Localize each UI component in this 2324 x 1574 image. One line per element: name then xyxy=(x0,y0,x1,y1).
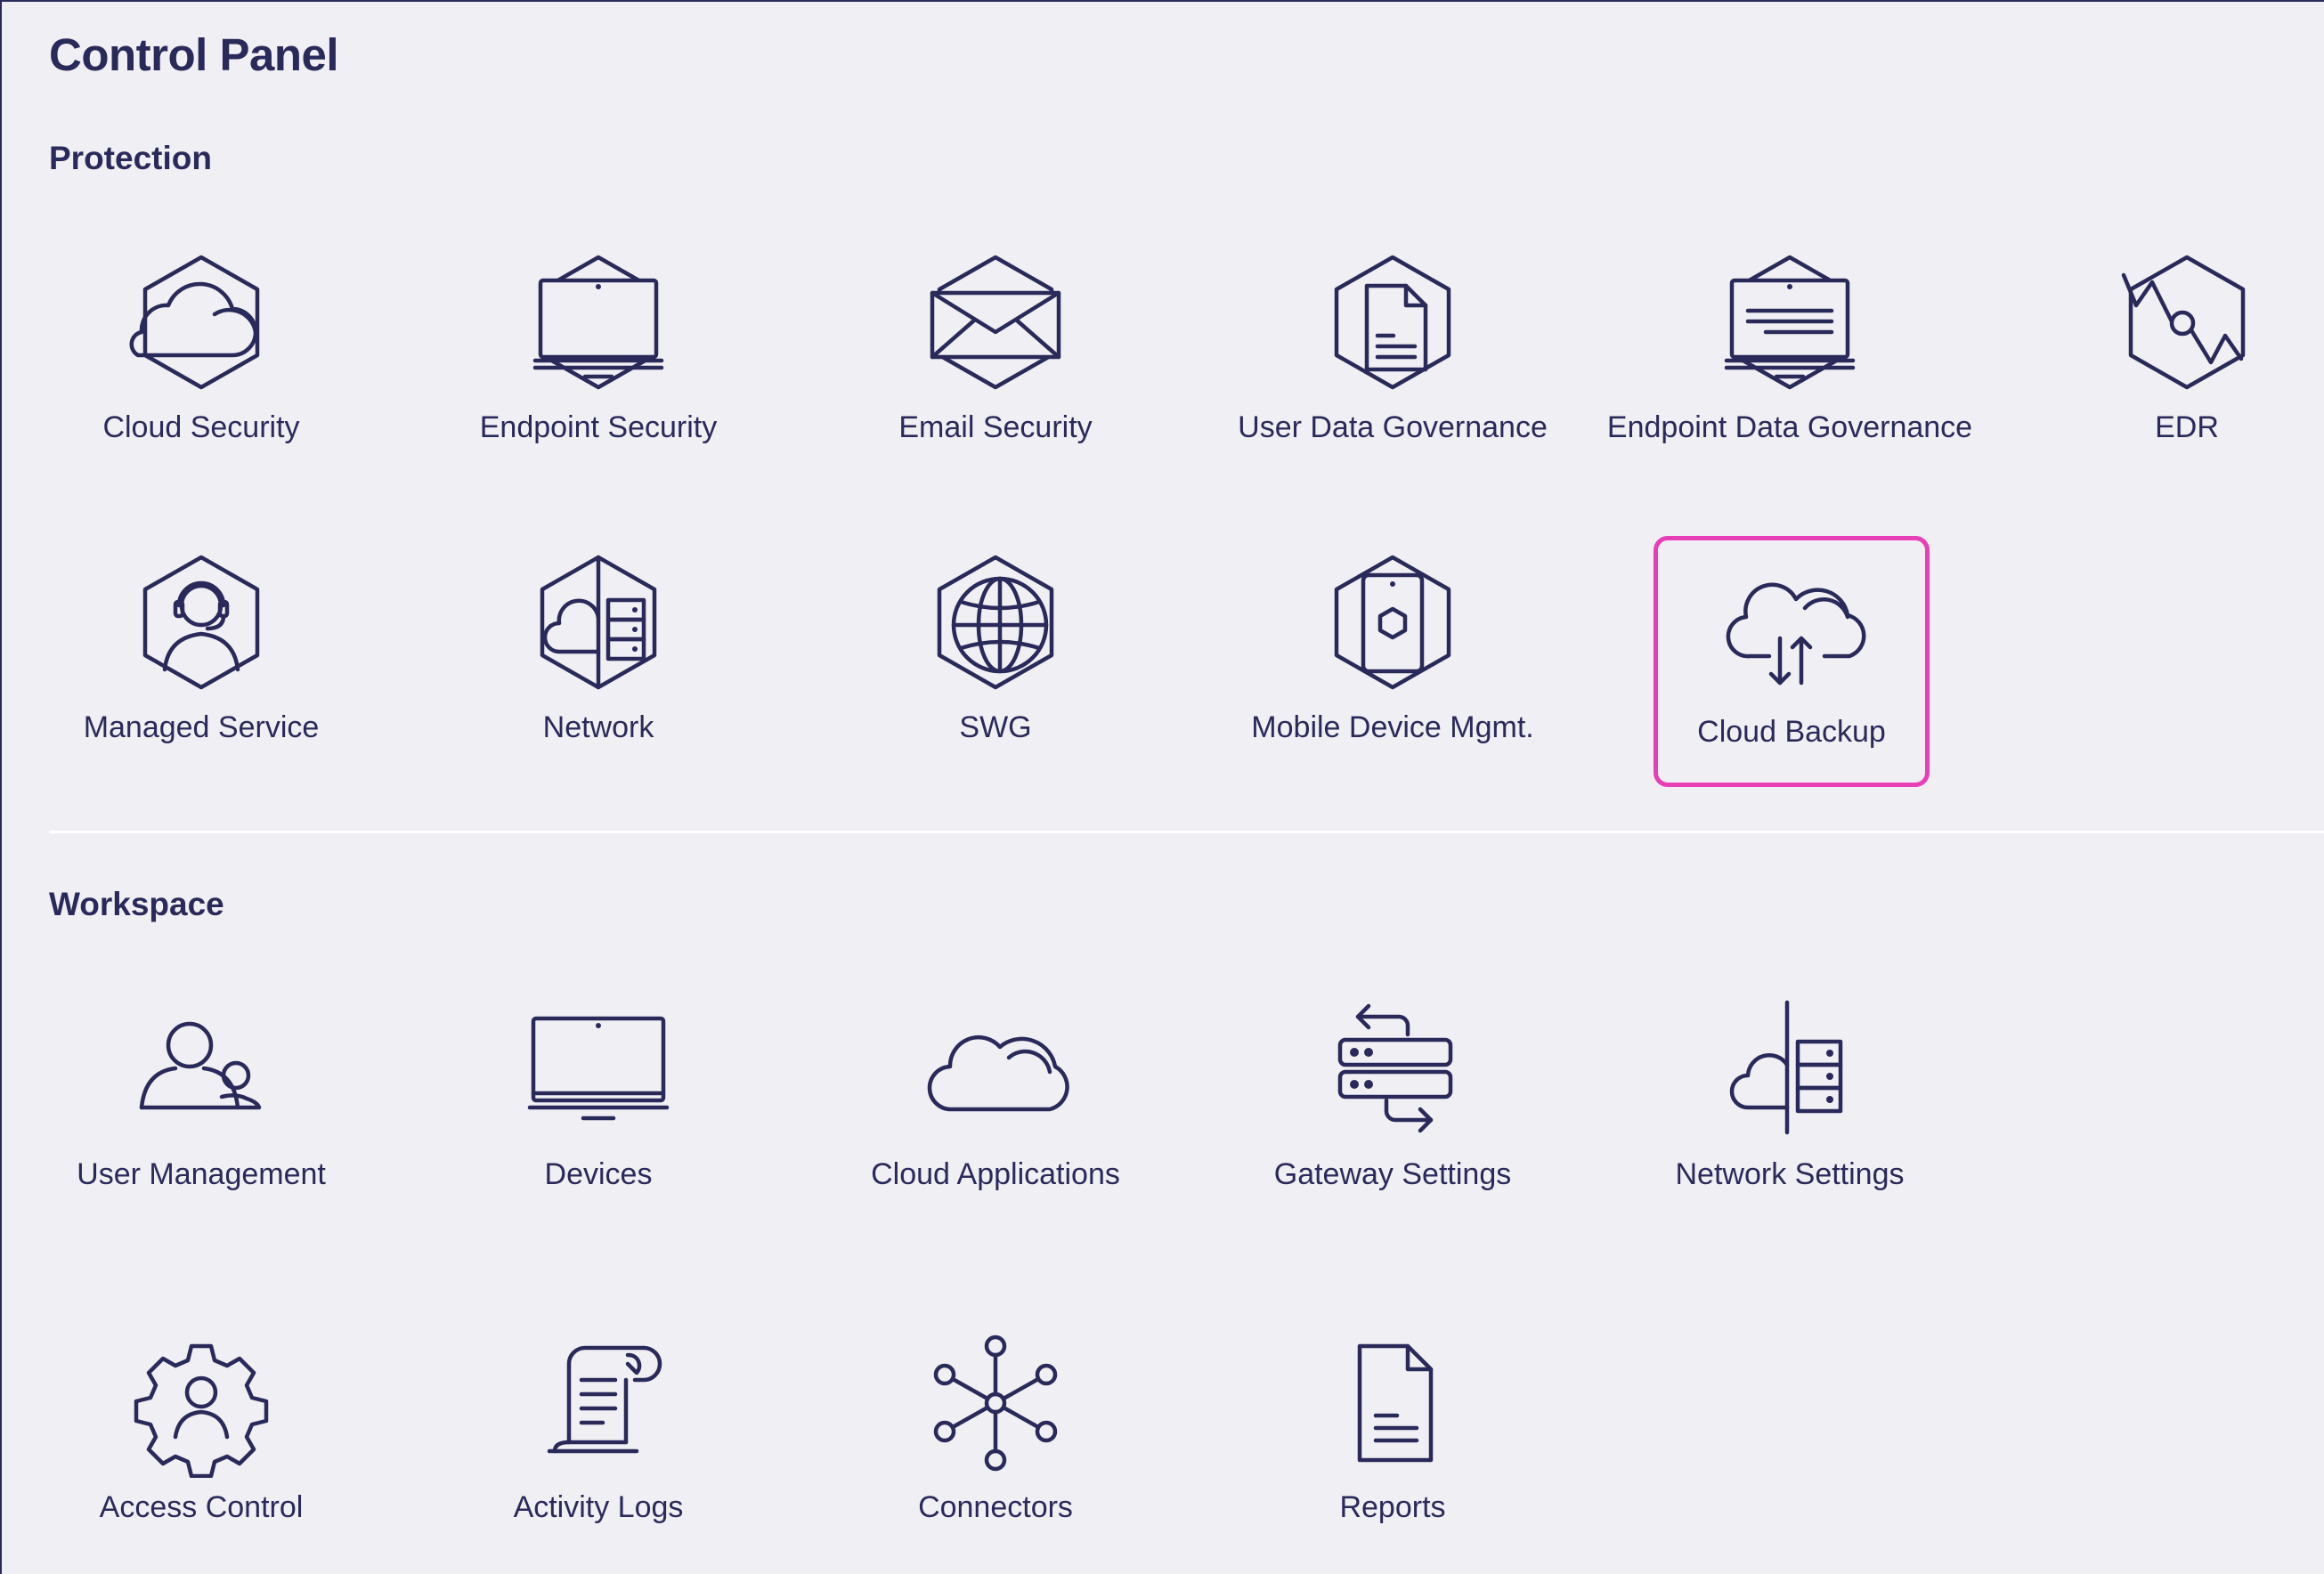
tile-reports[interactable]: Reports xyxy=(1259,1327,1526,1567)
section-divider xyxy=(49,831,2324,833)
document-hex-icon xyxy=(1317,247,1468,398)
cloud-icon xyxy=(920,994,1071,1145)
laptop-hex-icon xyxy=(523,247,674,398)
section-title-workspace: Workspace xyxy=(49,886,224,922)
tile-activity-logs[interactable]: Activity Logs xyxy=(465,1327,732,1567)
tile-cloud-backup[interactable]: Cloud Backup xyxy=(1654,536,1930,787)
tile-label: Access Control xyxy=(99,1490,304,1524)
cloud-upload-download-icon xyxy=(1716,551,1867,702)
section-title-protection: Protection xyxy=(49,140,212,176)
network-hex-icon xyxy=(523,547,674,698)
tile-label: Gateway Settings xyxy=(1273,1157,1512,1191)
users-icon xyxy=(126,994,277,1145)
hub-nodes-icon xyxy=(920,1327,1071,1478)
tile-label: Mobile Device Mgmt. xyxy=(1251,710,1534,744)
tile-cloud-security[interactable]: Cloud Security xyxy=(68,247,335,487)
tile-mobile-device-mgmt[interactable]: Mobile Device Mgmt. xyxy=(1251,547,1534,787)
tile-gateway-settings[interactable]: Gateway Settings xyxy=(1259,994,1526,1234)
cloud-hex-icon xyxy=(126,247,277,398)
tile-access-control[interactable]: Access Control xyxy=(68,1327,335,1567)
tile-cloud-applications[interactable]: Cloud Applications xyxy=(862,994,1129,1234)
tile-user-management[interactable]: User Management xyxy=(68,994,335,1234)
tile-label: Endpoint Data Governance xyxy=(1606,410,1973,444)
tile-label: Network xyxy=(542,710,654,744)
tile-label: Reports xyxy=(1339,1490,1446,1524)
mobile-hex-icon xyxy=(1317,547,1468,698)
tile-label: Managed Service xyxy=(83,710,320,744)
tile-endpoint-data-governance[interactable]: Endpoint Data Governance xyxy=(1607,247,1972,487)
tile-label: Cloud Backup xyxy=(1697,715,1886,749)
tile-devices[interactable]: Devices xyxy=(465,994,732,1234)
laptop-document-hex-icon xyxy=(1714,247,1865,398)
report-document-icon xyxy=(1317,1327,1468,1478)
tile-managed-service[interactable]: Managed Service xyxy=(68,547,335,787)
tile-label: Network Settings xyxy=(1675,1157,1905,1191)
tile-network[interactable]: Network xyxy=(465,547,732,787)
edr-hex-icon xyxy=(2111,247,2263,398)
monitor-icon xyxy=(523,994,674,1145)
tile-label: Cloud Applications xyxy=(871,1157,1120,1191)
scroll-log-icon xyxy=(523,1327,674,1478)
tile-edr[interactable]: EDR xyxy=(2053,247,2320,487)
tile-connectors[interactable]: Connectors xyxy=(862,1327,1129,1567)
tile-label: Activity Logs xyxy=(513,1490,684,1524)
gear-user-icon xyxy=(126,1327,277,1478)
envelope-hex-icon xyxy=(920,247,1071,398)
tile-label: Endpoint Security xyxy=(479,410,718,444)
tile-endpoint-security[interactable]: Endpoint Security xyxy=(465,247,732,487)
support-agent-hex-icon xyxy=(126,547,277,698)
globe-hex-icon xyxy=(920,547,1071,698)
tile-label: Email Security xyxy=(898,410,1093,444)
control-panel-page: Control Panel Protection Cloud Security … xyxy=(0,0,2324,1574)
tile-label: User Management xyxy=(77,1157,326,1191)
tile-label: Connectors xyxy=(918,1490,1073,1524)
tile-email-security[interactable]: Email Security xyxy=(862,247,1129,487)
gateway-servers-icon xyxy=(1317,994,1468,1145)
tile-label: Cloud Security xyxy=(102,410,300,444)
tile-label: EDR xyxy=(2155,410,2219,444)
cloud-server-icon xyxy=(1714,994,1865,1145)
tile-label: Devices xyxy=(544,1157,653,1191)
tile-swg[interactable]: SWG xyxy=(862,547,1129,787)
tile-user-data-governance[interactable]: User Data Governance xyxy=(1238,247,1548,487)
tile-network-settings[interactable]: Network Settings xyxy=(1656,994,1923,1234)
tile-label: User Data Governance xyxy=(1238,410,1548,444)
page-title: Control Panel xyxy=(49,29,339,80)
tile-label: SWG xyxy=(959,710,1032,744)
